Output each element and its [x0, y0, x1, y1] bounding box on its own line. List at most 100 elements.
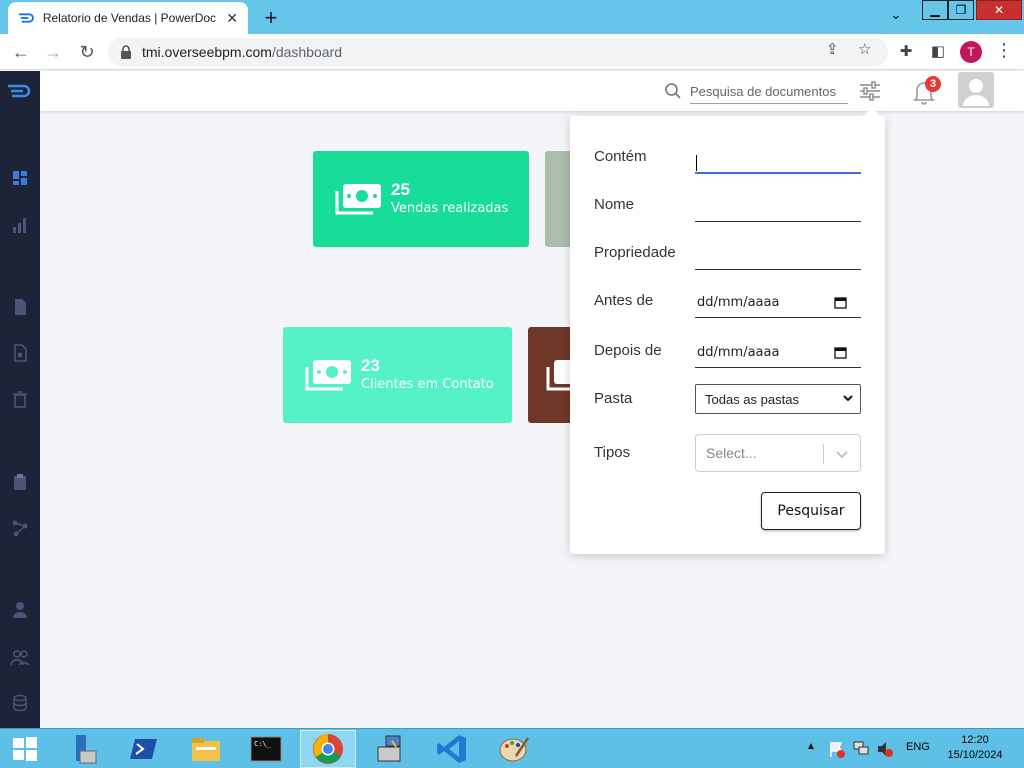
tray-expand-icon[interactable]: ▲ [806, 741, 816, 752]
user-icon[interactable] [10, 600, 30, 620]
reload-icon[interactable]: ↻ [76, 41, 98, 63]
paint-palette-icon [499, 737, 530, 762]
user-avatar[interactable] [958, 72, 994, 108]
card-sales-value: 25 [391, 180, 410, 199]
filter-sliders-icon[interactable] [858, 79, 882, 103]
url-host: tmi.overseebpm.com [142, 44, 272, 60]
side-panel-icon[interactable]: ◧ [928, 42, 948, 62]
workflow-icon[interactable] [10, 518, 30, 538]
filter-row-contains: Contém [594, 142, 862, 176]
tab-search-chevron-icon[interactable]: ⌄ [890, 6, 902, 23]
types-placeholder: Select... [706, 445, 757, 461]
clock-time: 12:20 [961, 734, 989, 746]
before-label: Antes de [594, 292, 654, 309]
chrome-icon [313, 734, 343, 764]
share-icon[interactable]: ⇪ [826, 40, 839, 58]
taskbar-server-manager[interactable] [54, 730, 110, 768]
chevron-down-icon [843, 395, 853, 402]
start-button[interactable] [0, 730, 50, 768]
network-icon[interactable] [852, 740, 870, 758]
folder-selected-value: Todas as pastas [705, 391, 799, 407]
tab-close-icon[interactable]: ✕ [226, 10, 238, 27]
browser-menu-icon[interactable]: ⋮ [995, 40, 1013, 61]
calendar-icon[interactable] [834, 296, 847, 309]
taskbar-powershell[interactable] [116, 730, 172, 768]
users-group-icon[interactable] [10, 647, 30, 667]
folder-select[interactable]: Todas as pastas [695, 384, 861, 414]
after-label: Depois de [594, 342, 662, 359]
back-icon[interactable]: ← [10, 41, 32, 63]
browser-tab-strip: Relatorio de Vendas | PowerDoc ✕ + ⌄ ▁ ❐… [0, 0, 1024, 34]
tab-title: Relatorio de Vendas | PowerDoc [42, 11, 217, 25]
money-icon [305, 360, 351, 391]
after-date-value: dd/mm/aaaa [697, 345, 780, 360]
card-clients[interactable]: 23 Clientes em Contato [283, 327, 512, 423]
trash-icon[interactable] [10, 389, 30, 409]
card-partial-brown[interactable] [528, 327, 574, 423]
powershell-icon [130, 739, 157, 759]
forward-icon[interactable]: → [42, 41, 64, 63]
dashboard-icon[interactable] [10, 168, 30, 188]
document-settings-icon[interactable] [10, 343, 30, 363]
property-input[interactable] [695, 238, 861, 270]
new-tab-button[interactable]: + [260, 5, 282, 31]
clock-date: 15/10/2024 [947, 749, 1003, 761]
card-clients-label: Clientes em Contato [361, 377, 494, 392]
windows-taskbar: C:\_ ▲ ENG 12:20 15/10/2024 [0, 728, 1024, 768]
before-date-value: dd/mm/aaaa [697, 295, 780, 310]
address-bar[interactable]: tmi.overseebpm.com/dashboard [108, 38, 888, 66]
restore-button[interactable]: ❐ [948, 0, 974, 20]
property-label: Propriedade [594, 244, 676, 261]
server-manager-icon [76, 735, 97, 764]
database-icon[interactable] [10, 693, 30, 713]
name-input[interactable] [695, 190, 861, 222]
bookmark-star-icon[interactable]: ☆ [858, 40, 871, 58]
select-separator [823, 444, 824, 464]
reports-chart-icon[interactable] [10, 215, 30, 235]
taskbar-clock[interactable]: 12:20 15/10/2024 [940, 733, 1010, 763]
browser-tab[interactable]: Relatorio de Vendas | PowerDoc ✕ [8, 2, 248, 34]
taskbar-network-app[interactable] [362, 730, 418, 768]
taskbar-command-prompt[interactable]: C:\_ [238, 730, 294, 768]
search-submit-button[interactable]: Pesquisar [761, 492, 861, 530]
cmd-icon: C:\_ [250, 736, 282, 762]
filter-row-before: Antes de dd/mm/aaaa [594, 286, 862, 320]
powerdoc-brand-icon[interactable] [6, 83, 34, 99]
money-icon [335, 184, 381, 215]
chevron-down-icon[interactable] [835, 447, 849, 461]
card-sales[interactable]: 25 Vendas realizadas [313, 151, 529, 247]
document-icon[interactable] [10, 297, 30, 317]
filter-row-folder: Pasta Todas as pastas [594, 384, 862, 418]
flag-alert-icon[interactable] [828, 740, 846, 758]
after-date-input[interactable]: dd/mm/aaaa [695, 338, 861, 368]
types-multiselect[interactable]: Select... [695, 434, 861, 472]
taskbar-chrome[interactable] [300, 730, 356, 768]
minimize-button[interactable]: ▁ [922, 0, 948, 20]
url-path: /dashboard [271, 44, 342, 60]
contains-label: Contém [594, 148, 647, 165]
volume-muted-icon[interactable] [876, 740, 894, 758]
extensions-puzzle-icon[interactable]: ✚ [896, 42, 916, 62]
taskbar-vscode[interactable] [424, 730, 480, 768]
svg-text:C:\_: C:\_ [254, 740, 272, 748]
vscode-icon [437, 735, 466, 763]
profile-avatar[interactable]: T [960, 41, 982, 63]
calendar-icon[interactable] [834, 346, 847, 359]
taskbar-file-explorer[interactable] [178, 730, 234, 768]
app-sidebar [0, 71, 40, 728]
search-icon [665, 83, 681, 99]
language-indicator[interactable]: ENG [906, 741, 930, 753]
app-header: 3 [40, 71, 1024, 111]
clipboard-icon[interactable] [10, 472, 30, 492]
contains-input[interactable] [695, 142, 861, 174]
lock-icon [121, 45, 131, 59]
window-close-button[interactable]: ✕ [976, 0, 1022, 20]
filter-row-name: Nome [594, 190, 862, 224]
browser-toolbar: ← → ↻ tmi.overseebpm.com/dashboard ⇪ ☆ ✚… [0, 34, 1024, 70]
before-date-input[interactable]: dd/mm/aaaa [695, 288, 861, 318]
notification-badge: 3 [925, 76, 941, 92]
taskbar-paint[interactable] [486, 730, 542, 768]
remote-desktop-icon [377, 735, 401, 762]
document-search-input[interactable] [690, 80, 848, 104]
name-label: Nome [594, 196, 635, 213]
